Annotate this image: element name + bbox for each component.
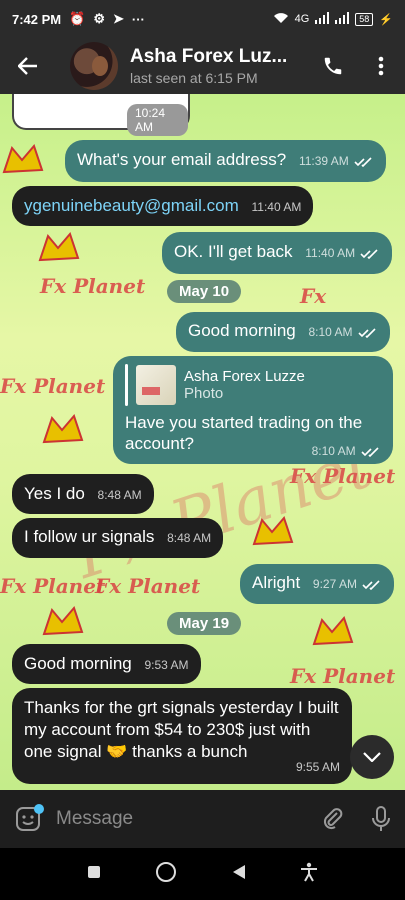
message-text: Good morning bbox=[188, 321, 296, 340]
message-time: 8:48 AM bbox=[97, 488, 142, 502]
message-text: I follow ur signals bbox=[24, 527, 155, 546]
message-text: OK. I'll get back bbox=[174, 242, 293, 261]
emoji-button[interactable] bbox=[0, 804, 56, 832]
circle-icon bbox=[156, 861, 177, 882]
voice-button[interactable] bbox=[357, 806, 405, 832]
date-separator: May 19 bbox=[167, 612, 242, 635]
watermark-text: Fx Planet bbox=[40, 274, 146, 298]
back-button[interactable] bbox=[0, 57, 56, 75]
message-text: Good morning bbox=[24, 654, 132, 673]
message-bubble[interactable]: Yes I do 8:48 AM bbox=[12, 474, 154, 514]
watermark-logo bbox=[2, 144, 44, 174]
phone-icon bbox=[324, 57, 342, 75]
message-text: Yes I do bbox=[24, 484, 85, 503]
reply-sender: Asha Forex Lu​zze bbox=[184, 368, 305, 385]
message-bubble[interactable]: ygenuinebeauty@gmail.com 11:40 AM bbox=[12, 186, 314, 226]
message-text: What's your email address? bbox=[77, 150, 287, 169]
home-button[interactable] bbox=[155, 861, 177, 888]
message-time: 8:48 AM bbox=[167, 531, 212, 545]
settings-icon: ⚙ bbox=[93, 11, 105, 26]
reply-message-bubble[interactable]: Asha Forex Lu​zze Photo Have you started… bbox=[113, 356, 393, 464]
watermark-logo bbox=[252, 516, 294, 546]
message-time: 11:40 AM bbox=[305, 246, 380, 260]
message-link[interactable]: ygenuinebeauty@gmail.com bbox=[24, 196, 239, 215]
message-text: Alright bbox=[252, 573, 301, 592]
more-notifications-icon: ··· bbox=[131, 11, 145, 27]
charging-icon: ⚡ bbox=[379, 13, 393, 26]
read-check-icon bbox=[362, 580, 380, 590]
reply-type: Photo bbox=[184, 385, 224, 402]
accessibility-button[interactable] bbox=[300, 862, 318, 887]
arrow-left-icon bbox=[18, 57, 37, 75]
contact-avatar[interactable] bbox=[70, 42, 118, 90]
more-menu-button[interactable] bbox=[357, 56, 405, 76]
triangle-back-icon bbox=[232, 864, 245, 879]
message-composer bbox=[0, 790, 405, 848]
message-time: 11:40 AM bbox=[251, 200, 302, 214]
chevron-down-icon bbox=[363, 752, 381, 762]
watermark-logo bbox=[42, 606, 84, 636]
message-time: 11:39 AM bbox=[299, 154, 374, 168]
signal-icon-2 bbox=[335, 11, 350, 27]
read-check-icon bbox=[360, 249, 378, 259]
message-time: 8:10 AM bbox=[312, 444, 381, 458]
message-time: 8:10 AM bbox=[308, 325, 377, 339]
contact-info[interactable]: Asha Forex Luz... last seen at 6:15 PM bbox=[130, 46, 309, 86]
contact-name: Asha Forex Luz... bbox=[130, 46, 288, 67]
signal-icon bbox=[315, 11, 330, 27]
message-bubble[interactable]: What's your email address? 11:39 AM bbox=[65, 140, 387, 182]
message-input[interactable] bbox=[56, 808, 309, 830]
notification-dot bbox=[34, 804, 44, 814]
chat-area[interactable]: Fx Planet Fx Planet Fx Planet Fx Planet … bbox=[0, 94, 405, 790]
system-nav-bar bbox=[0, 848, 405, 900]
watermark-logo bbox=[38, 232, 80, 262]
accessibility-icon bbox=[300, 862, 317, 881]
watermark-logo bbox=[312, 616, 354, 646]
message-bubble[interactable]: OK. I'll get back 11:40 AM bbox=[162, 232, 393, 274]
message-bubble[interactable]: Thanks for the grt signals yesterday I b… bbox=[12, 688, 352, 784]
more-vertical-icon bbox=[378, 56, 384, 76]
read-check-icon bbox=[361, 447, 379, 457]
reply-preview[interactable]: Asha Forex Lu​zze Photo bbox=[125, 364, 381, 406]
paperclip-icon bbox=[323, 808, 343, 830]
message-bubble[interactable]: Good morning 9:53 AM bbox=[12, 644, 201, 684]
message-time: 9:27 AM bbox=[313, 577, 382, 591]
nav-back-button[interactable] bbox=[232, 864, 246, 885]
date-separator: May 10 bbox=[167, 280, 242, 303]
watermark-text: Fx Planet bbox=[290, 664, 396, 688]
battery-level: 58 bbox=[355, 12, 374, 26]
message-bubble[interactable]: Good morning 8:10 AM bbox=[176, 312, 390, 352]
message-bubble[interactable]: I follow ur signals 8:48 AM bbox=[12, 518, 224, 558]
watermark-logo bbox=[42, 414, 84, 444]
message-bubble[interactable]: Alright 9:27 AM bbox=[240, 564, 395, 604]
telegram-icon: ➤ bbox=[112, 11, 124, 26]
recents-button[interactable] bbox=[87, 865, 101, 884]
attach-button[interactable] bbox=[309, 807, 357, 831]
square-icon bbox=[88, 865, 101, 878]
photo-message[interactable]: 10:24 AM bbox=[12, 94, 190, 136]
wifi-icon bbox=[273, 12, 289, 27]
photo-timestamp: 10:24 AM bbox=[127, 104, 188, 136]
status-bar: 7:42 PM ⏰ ⚙ ➤ ··· 4G 58 ⚡ bbox=[0, 0, 405, 38]
microphone-icon bbox=[372, 806, 390, 831]
call-button[interactable] bbox=[309, 55, 357, 77]
network-label: 4G bbox=[294, 13, 310, 25]
chat-header: Asha Forex Luz... last seen at 6:15 PM bbox=[0, 38, 405, 94]
reply-indicator bbox=[125, 364, 128, 406]
read-check-icon bbox=[354, 157, 372, 167]
last-seen: last seen at 6:15 PM bbox=[130, 70, 258, 86]
message-time: 9:55 AM bbox=[295, 760, 340, 774]
scroll-to-bottom-button[interactable] bbox=[350, 735, 394, 779]
status-time: 7:42 PM bbox=[12, 11, 62, 27]
message-time: 9:53 AM bbox=[144, 658, 189, 672]
message-text: Thanks for the grt signals yesterday I b… bbox=[24, 698, 339, 761]
read-check-icon bbox=[358, 328, 376, 338]
alarm-icon: ⏰ bbox=[69, 11, 86, 26]
watermark-text: Fx Planet bbox=[0, 374, 106, 398]
reply-thumbnail bbox=[136, 365, 176, 405]
